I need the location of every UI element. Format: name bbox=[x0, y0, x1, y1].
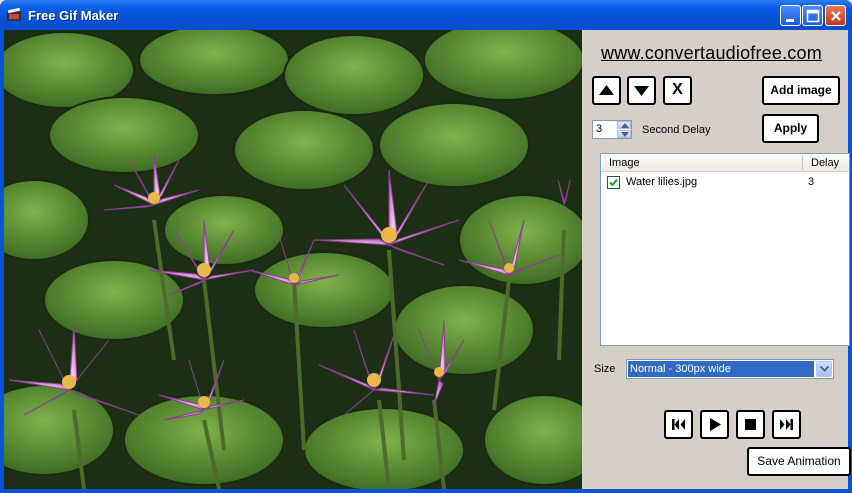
checkmark-icon bbox=[609, 178, 618, 187]
size-selected-value[interactable]: Normal - 300px wide bbox=[628, 361, 814, 377]
stop-button[interactable] bbox=[736, 410, 765, 439]
website-link[interactable]: www.convertaudiofree.com bbox=[601, 43, 822, 64]
stop-icon bbox=[745, 419, 756, 430]
column-separator[interactable] bbox=[802, 156, 803, 170]
second-delay-label: Second Delay bbox=[642, 124, 711, 136]
minimize-button[interactable] bbox=[780, 5, 801, 26]
skip-last-button[interactable] bbox=[772, 410, 801, 439]
preview-image bbox=[4, 30, 582, 489]
row-image-name: Water lilies.jpg bbox=[626, 176, 698, 188]
size-select[interactable]: Normal - 300px wide bbox=[626, 359, 834, 379]
maximize-button[interactable] bbox=[802, 5, 823, 26]
skip-first-icon bbox=[672, 419, 685, 430]
chevron-down-icon bbox=[820, 366, 829, 372]
remove-image-button[interactable]: X bbox=[663, 76, 692, 105]
skip-first-button[interactable] bbox=[664, 410, 693, 439]
minimize-icon bbox=[786, 19, 794, 22]
move-down-button[interactable] bbox=[627, 76, 656, 105]
apply-button[interactable]: Apply bbox=[762, 114, 819, 143]
app-window: Free Gif Maker www.convertaudiofree.com … bbox=[0, 0, 852, 493]
add-image-button[interactable]: Add image bbox=[762, 76, 840, 105]
spin-down-icon bbox=[621, 132, 629, 137]
image-list[interactable]: Image Delay Water lilies.jpg 3 bbox=[600, 153, 850, 346]
spin-up-button[interactable] bbox=[617, 121, 631, 129]
maximize-icon bbox=[806, 9, 820, 23]
list-header: Image Delay bbox=[601, 154, 849, 172]
delay-value[interactable]: 3 bbox=[596, 123, 602, 135]
row-delay: 3 bbox=[808, 176, 815, 188]
dropdown-button[interactable] bbox=[816, 361, 832, 377]
client-area: www.convertaudiofree.com X Add image 3 S… bbox=[4, 30, 851, 489]
size-label: Size bbox=[594, 363, 616, 375]
save-animation-button[interactable]: Save Animation bbox=[747, 447, 851, 476]
control-panel: www.convertaudiofree.com X Add image 3 S… bbox=[587, 30, 851, 489]
arrow-down-icon bbox=[634, 86, 649, 96]
window-title: Free Gif Maker bbox=[28, 8, 119, 23]
skip-last-icon bbox=[780, 419, 793, 430]
spin-down-button[interactable] bbox=[617, 130, 631, 138]
app-icon bbox=[7, 8, 21, 21]
column-header-delay[interactable]: Delay bbox=[811, 157, 839, 169]
arrow-up-icon bbox=[599, 85, 614, 95]
close-button[interactable] bbox=[825, 5, 846, 26]
close-icon bbox=[831, 11, 841, 21]
move-up-button[interactable] bbox=[592, 76, 621, 105]
list-item[interactable]: Water lilies.jpg 3 bbox=[601, 174, 849, 191]
play-button[interactable] bbox=[700, 410, 729, 439]
column-header-image[interactable]: Image bbox=[609, 157, 640, 169]
spin-up-icon bbox=[621, 123, 629, 128]
title-bar[interactable]: Free Gif Maker bbox=[0, 0, 852, 30]
play-icon bbox=[710, 418, 721, 431]
row-checkbox[interactable] bbox=[607, 176, 620, 189]
delay-spinner[interactable]: 3 bbox=[592, 120, 632, 139]
